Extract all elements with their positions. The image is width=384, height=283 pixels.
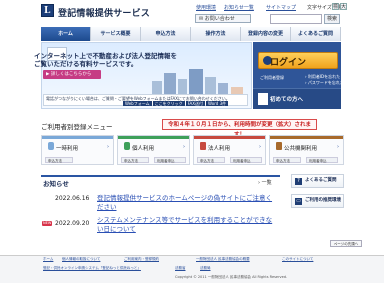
news-section	[41, 175, 280, 252]
search-button[interactable]: 検索	[324, 14, 340, 24]
nav-operation[interactable]: 操作方法	[191, 27, 241, 41]
contact-options: Webフォーム ここをクリック FAX送付 Word 3件	[123, 101, 229, 106]
government-building-icon	[276, 142, 282, 150]
site-title[interactable]: 登記情報提供サービス	[58, 6, 150, 19]
building-icon	[200, 142, 206, 150]
news-date: 2022.09.20	[55, 220, 90, 227]
card-personal-use[interactable]: 個人利用 › 申込方法 利用者申込	[117, 135, 190, 165]
apply-method-button[interactable]: 申込方法	[273, 157, 301, 163]
notice-banner[interactable]: 令和４年１０月１日から、利用時間が変更（拡大）されます！	[162, 119, 317, 138]
font-size-standard-button[interactable]: 標	[332, 3, 339, 10]
news-date: 2022.06.16	[55, 195, 90, 202]
nav-change-registration[interactable]: 登録内容の変更	[241, 27, 291, 41]
menu-heading: ご利用者別登録メニュー	[41, 123, 113, 131]
apply-method-button[interactable]: 申込方法	[197, 157, 225, 163]
new-badge: NEW	[42, 221, 53, 226]
fax-tag[interactable]: FAX送付	[185, 101, 206, 106]
card-accent	[42, 136, 113, 139]
link-usage-env[interactable]: 使用環境	[196, 4, 216, 11]
details-button[interactable]: ▶ 詳しくはこちらから	[43, 70, 101, 79]
question-icon: ?	[295, 178, 302, 185]
click-here-tag[interactable]: ここをクリック	[152, 101, 185, 106]
first-time-label[interactable]: 初めての方へ	[270, 95, 303, 103]
recommended-env-button[interactable]: ▭ ご利用の推奨環境	[291, 194, 344, 208]
user-application-button[interactable]: 利用者申込	[306, 157, 338, 163]
monitor-icon: ▭	[295, 198, 302, 205]
card-temporary-use[interactable]: 一時利用 › 申込方法	[41, 135, 114, 165]
footer-link-about-site[interactable]: このサイトについて	[282, 257, 313, 262]
footer-link-touki-net[interactable]: 登記・供託オンライン申請システム「登記ねっと供託ねっと」	[43, 266, 141, 271]
forgot-password-link[interactable]: › パスワードを忘れた	[305, 80, 344, 86]
news-item-link[interactable]: 登記情報提供サービスのホームページの偽サイトにご注意ください	[97, 194, 273, 212]
footer-link-home[interactable]: ホーム	[43, 257, 53, 262]
chevron-right-icon: ›	[259, 144, 261, 150]
login-label[interactable]: ログイン	[270, 55, 306, 68]
news-list-link[interactable]: › 一覧	[258, 179, 272, 186]
footer-link-privacy[interactable]: 個人情報の取扱について	[62, 257, 100, 262]
user-application-button[interactable]: 利用者申込	[230, 157, 262, 163]
card-accent	[118, 136, 189, 139]
footer-link-legal-bureau[interactable]: 法務局	[200, 266, 211, 271]
copyright: Copyright © 2011 一般財団法人 民事法務協会 All Right…	[175, 275, 288, 279]
hero-headline-2: ご覧いただける有料サービスです。	[34, 60, 138, 68]
footer-link-association[interactable]: 一般財団法人 民事法務協会の概要	[196, 257, 250, 262]
chevron-right-icon: ›	[107, 144, 109, 150]
back-to-top-button[interactable]: ページの先頭へ	[330, 240, 362, 247]
news-heading: お知らせ	[43, 180, 69, 188]
main-nav: ホーム サービス概要 申込方法 操作方法 登録内容の変更 よくあるご質問	[41, 27, 341, 41]
font-size-large-button[interactable]: 大	[340, 3, 347, 10]
web-form-tag[interactable]: Webフォーム	[123, 101, 152, 106]
nav-home[interactable]: ホーム	[41, 27, 91, 41]
faq-button[interactable]: ? よくあるご質問	[291, 174, 344, 188]
beginner-icon	[258, 93, 268, 105]
card-public-institution-use[interactable]: 公共機関利用 › 申込方法 利用者申込	[269, 135, 344, 165]
nav-service-overview[interactable]: サービス概要	[91, 27, 141, 41]
footer-link-moj[interactable]: 法務省	[175, 266, 186, 271]
footer-link-guide[interactable]: ご利用案内・登録規約	[124, 257, 159, 262]
user-application-button[interactable]: 利用者申込	[154, 157, 186, 163]
card-accent	[194, 136, 265, 139]
contact-button[interactable]: ✉ お問い合わせ	[195, 14, 251, 23]
nav-faq[interactable]: よくあるご質問	[291, 27, 341, 41]
card-accent	[270, 136, 343, 139]
news-item-link[interactable]: システムメンテナンス等でサービスを利用することができない日について	[97, 216, 273, 234]
chevron-right-icon: ›	[183, 144, 185, 150]
apply-method-button[interactable]: 申込方法	[45, 157, 73, 163]
link-news-list[interactable]: お知らせ一覧	[224, 4, 254, 11]
person-icon	[124, 142, 130, 150]
apply-method-button[interactable]: 申込方法	[121, 157, 149, 163]
chevron-right-icon: ›	[337, 144, 339, 150]
person-icon	[48, 142, 54, 150]
user-registration-link[interactable]: ご利用者登録	[260, 75, 284, 81]
search-input[interactable]	[270, 14, 322, 24]
card-corporate-use[interactable]: 法人利用 › 申込方法 利用者申込	[193, 135, 266, 165]
nav-application[interactable]: 申込方法	[141, 27, 191, 41]
word-tag[interactable]: Word 3件	[206, 101, 229, 106]
link-sitemap[interactable]: サイトマップ	[266, 4, 296, 11]
site-logo[interactable]: L	[41, 4, 54, 17]
